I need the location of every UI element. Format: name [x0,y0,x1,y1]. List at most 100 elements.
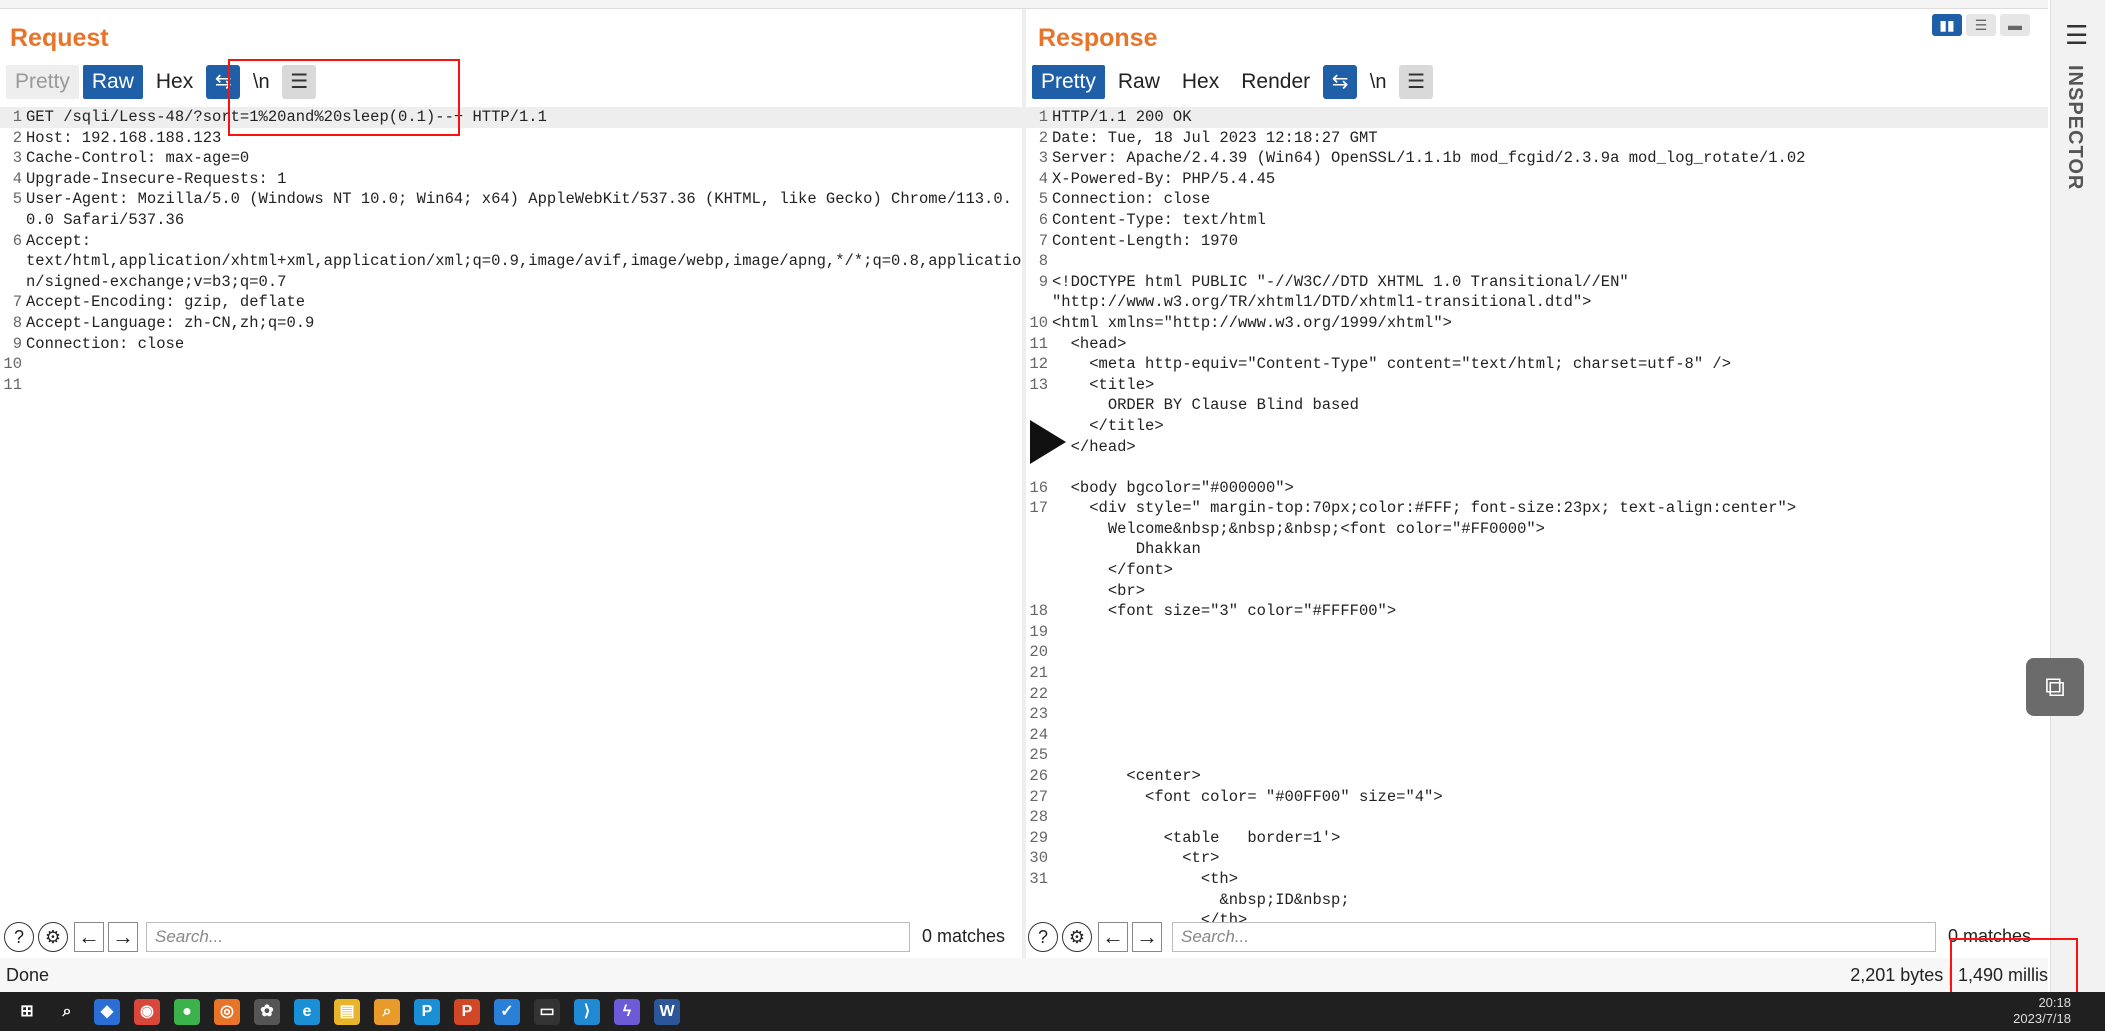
code-line[interactable]: 19 [1026,622,2048,643]
code-line[interactable]: 31 <th> [1026,869,2048,890]
word-icon[interactable]: W [654,998,680,1025]
code-line[interactable]: 29 <table border=1'> [1026,828,2048,849]
code-line[interactable]: 7 Accept-Encoding: gzip, deflate [0,292,1022,313]
code-line[interactable]: &nbsp;ID&nbsp; [1026,890,2048,911]
search-icon[interactable]: ⌕ [54,999,80,1025]
system-clock[interactable]: 20:18 2023/7/18 [2013,995,2071,1027]
help-icon[interactable]: ? [1028,922,1058,952]
inspector-label[interactable]: INSPECTOR [2063,65,2086,190]
code-line[interactable]: 10 <html xmlns="http://www.w3.org/1999/xh… [1026,313,2048,334]
gear-icon[interactable]: ⚙ [38,922,68,952]
code-line[interactable]: 6 Content-Type: text/html [1026,210,2048,231]
burp-icon[interactable]: ◎ [214,998,240,1025]
response-tab-raw[interactable]: Raw [1109,65,1169,99]
code-line[interactable]: Dhakkan [1026,539,2048,560]
previous-arrow-icon[interactable]: ← [74,922,104,952]
code-line[interactable]: 18 <font size="3" color="#FFFF00"> [1026,601,2048,622]
code-line[interactable]: 8 Accept-Language: zh-CN,zh;q=0.9 [0,313,1022,334]
code-line[interactable]: 20 [1026,642,2048,663]
search-app-icon[interactable]: ⌕ [374,998,400,1025]
code-line[interactable]: <br> [1026,581,2048,602]
code-line[interactable]: "http://www.w3.org/TR/xhtml1/DTD/xhtml1-… [1026,292,2048,313]
code-line[interactable]: 11 <head> [1026,334,2048,355]
code-line[interactable]: 27 <font color= "#00FF00" size="4"> [1026,787,2048,808]
code-line[interactable]: 9 Connection: close [0,334,1022,355]
line-number: 12 [1029,355,1048,374]
code-line[interactable]: ORDER BY Clause Blind based [1026,395,2048,416]
menu-icon[interactable]: ☰ [1399,65,1434,99]
code-line[interactable]: 17 <div style=" margin-top:70px;color:#F… [1026,498,2048,519]
code-line[interactable]: 25 [1026,745,2048,766]
wechat-icon[interactable]: ● [174,998,200,1025]
code-line[interactable]: 1 GET /sqli/Less-48/?sort=1%20and%20sleep… [0,107,1022,128]
code-line[interactable] [1026,457,2048,478]
menu-icon[interactable]: ☰ [2065,20,2088,51]
code-line[interactable]: 5 User-Agent: Mozilla/5.0 (Windows NT 10.… [0,189,1022,230]
previous-arrow-icon[interactable]: ← [1098,922,1128,952]
response-search-input[interactable] [1172,922,1936,952]
tabbed-view-icon[interactable]: ▬ [2000,14,2030,36]
request-tab-pretty[interactable]: Pretty [6,65,79,99]
chrome-icon[interactable]: ◉ [134,998,160,1025]
code-line[interactable]: 7 Content-Length: 1970 [1026,231,2048,252]
code-line[interactable]: 2 Date: Tue, 18 Jul 2023 12:18:27 GMT [1026,128,2048,149]
split-view-icon[interactable]: ▮▮ [1932,14,1962,36]
code-line[interactable]: 5 Connection: close [1026,189,2048,210]
code-line[interactable]: </font> [1026,560,2048,581]
next-arrow-icon[interactable]: → [108,922,138,952]
vscode-icon[interactable]: ⟩ [574,998,600,1025]
horizontal-view-icon[interactable]: ☰ [1966,14,1996,36]
code-line[interactable]: Welcome&nbsp;&nbsp;&nbsp;<font color="#F… [1026,519,2048,540]
code-line[interactable]: 24 [1026,725,2048,746]
code-line[interactable]: 30 <tr> [1026,848,2048,869]
code-line[interactable]: 10 [0,354,1022,375]
response-tab-hex[interactable]: Hex [1173,65,1228,99]
gear-icon[interactable]: ⚙ [1062,922,1092,952]
line-text: Date: Tue, 18 Jul 2023 12:18:27 GMT [1052,128,1378,147]
powerpoint-icon[interactable]: P [454,998,480,1025]
code-line[interactable]: 13 <title> [1026,375,2048,396]
code-line[interactable]: 23 [1026,704,2048,725]
next-arrow-icon[interactable]: → [1132,922,1162,952]
line-number: 1 [12,108,22,126]
wrap-lines-icon[interactable]: ⇆ [1323,65,1358,99]
request-tab-raw[interactable]: Raw [82,65,143,99]
code-line[interactable]: 8 [1026,251,2048,272]
code-line[interactable]: 4 X-Powered-By: PHP/5.4.45 [1026,169,2048,190]
p-app-icon[interactable]: P [414,998,440,1025]
code-line[interactable]: 1 HTTP/1.1 200 OK [1026,107,2048,128]
code-line[interactable]: </title> [1026,416,2048,437]
terminal-icon[interactable]: ▭ [534,998,560,1025]
app2-icon[interactable]: ✿ [254,998,280,1025]
app3-icon[interactable]: ✓ [494,998,520,1025]
request-tab-hex[interactable]: Hex [147,65,202,99]
code-line[interactable]: 28 [1026,807,2048,828]
code-line[interactable]: 12 <meta http-equiv="Content-Type" conte… [1026,354,2048,375]
newline-toggle[interactable]: \n [1361,65,1395,99]
response-tab-render[interactable]: Render [1232,65,1319,99]
exit-fullscreen-icon[interactable]: ⧉ [2026,658,2084,716]
explorer-icon[interactable]: ▤ [334,998,360,1025]
code-line[interactable]: 2 Host: 192.168.188.123 [0,128,1022,149]
app4-icon[interactable]: ϟ [614,998,640,1025]
play-icon[interactable] [1030,420,1066,464]
code-line[interactable]: 3 Cache-Control: max-age=0 [0,148,1022,169]
code-line[interactable]: 9 <!DOCTYPE html PUBLIC "-//W3C//DTD XHTM… [1026,272,2048,293]
code-line[interactable]: 26 <center> [1026,766,2048,787]
help-icon[interactable]: ? [4,922,34,952]
code-line[interactable]: 4 Upgrade-Insecure-Requests: 1 [0,169,1022,190]
code-line[interactable]: 22 [1026,684,2048,705]
request-editor[interactable]: 1 GET /sqli/Less-48/?sort=1%20and%20sleep… [0,107,1022,922]
request-search-input[interactable] [146,922,910,952]
code-line[interactable]: 11 [0,375,1022,396]
windows-start-icon[interactable]: ⊞ [14,999,40,1025]
code-line[interactable]: 16 <body bgcolor="#000000"> [1026,478,2048,499]
edge-icon[interactable]: e [294,998,320,1025]
response-editor[interactable]: 1 HTTP/1.1 200 OK 2 Date: Tue, 18 Jul 2023 … [1026,107,2048,922]
code-line[interactable]: 3 Server: Apache/2.4.39 (Win64) OpenSSL/1… [1026,148,2048,169]
code-line[interactable]: </head> [1026,437,2048,458]
response-tab-pretty[interactable]: Pretty [1032,65,1105,99]
code-line[interactable]: 21 [1026,663,2048,684]
code-line[interactable]: 6 Accept: text/html,application/xhtml+xml… [0,231,1022,293]
app-icon[interactable]: ◆ [94,998,120,1025]
